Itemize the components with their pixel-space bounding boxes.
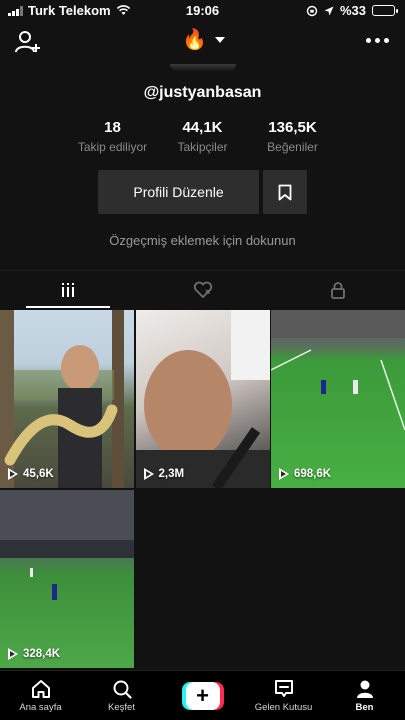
tab-videos[interactable]	[0, 271, 135, 308]
inbox-icon	[274, 680, 293, 697]
battery-icon	[372, 5, 398, 16]
following-stat[interactable]: 18 Takip ediliyor	[70, 119, 155, 154]
create-plus-icon: +	[181, 681, 224, 710]
nav-profile-label: Ben	[355, 702, 374, 713]
view-count: 698,6K	[279, 468, 331, 480]
video-grid: 45,6K 2,3M 698,6K 328,4K	[0, 310, 405, 668]
following-count: 18	[104, 119, 121, 136]
nav-discover-label: Keşfet	[108, 702, 135, 713]
video-thumbnail[interactable]: 698,6K	[271, 310, 405, 488]
profile-tabs	[0, 270, 405, 308]
nav-inbox-label: Gelen Kutusu	[254, 702, 313, 713]
nav-home-label: Ana sayfa	[19, 702, 62, 713]
videos-grid-icon	[60, 282, 75, 297]
lock-icon	[330, 281, 345, 299]
tab-private[interactable]	[270, 271, 405, 308]
video-thumbnail[interactable]: 328,4K	[0, 489, 134, 668]
likes-count: 136,5K	[268, 119, 317, 136]
nav-profile[interactable]: Ben	[325, 678, 405, 713]
video-thumbnail-image	[0, 310, 124, 488]
bookmark-icon	[278, 184, 292, 200]
view-count-text: 45,6K	[23, 468, 54, 480]
flame-icon: 🔥	[182, 29, 207, 51]
favorites-button[interactable]	[263, 170, 307, 214]
view-count: 45,6K	[8, 468, 54, 480]
play-icon	[143, 468, 154, 480]
search-icon	[113, 680, 132, 699]
view-count: 2,3M	[143, 468, 185, 480]
view-count-text: 2,3M	[158, 468, 185, 480]
profile-stats: 18 Takip ediliyor 44,1K Takipçiler 136,5…	[70, 119, 335, 154]
followers-label: Takipçiler	[177, 140, 228, 154]
username: @justyanbasan	[143, 84, 262, 101]
edit-profile-button[interactable]: Profili Düzenle	[98, 170, 259, 214]
followers-count: 44,1K	[182, 119, 223, 136]
bottom-nav: Ana sayfa Keşfet + Gelen Kutusu Ben	[0, 670, 405, 720]
add-friend-icon[interactable]	[14, 28, 42, 56]
nav-create[interactable]: +	[163, 681, 243, 710]
view-count: 328,4K	[8, 647, 61, 660]
tab-liked[interactable]	[135, 271, 270, 308]
video-thumbnail-image	[271, 310, 405, 431]
play-icon	[8, 468, 18, 480]
status-bar: Turk Telekom 19:06 %33	[0, 0, 405, 22]
more-options-icon[interactable]	[366, 38, 389, 43]
add-bio-prompt[interactable]: Özgeçmiş eklemek için dokunun	[0, 233, 405, 248]
home-icon	[31, 680, 50, 698]
battery-percent: %33	[339, 3, 366, 18]
nav-discover[interactable]: Keşfet	[82, 678, 162, 713]
nav-home[interactable]: Ana sayfa	[1, 678, 81, 713]
play-icon	[279, 468, 289, 480]
following-label: Takip ediliyor	[77, 140, 148, 154]
nav-inbox[interactable]: Gelen Kutusu	[244, 678, 324, 713]
view-count-text: 698,6K	[294, 468, 332, 480]
followers-stat[interactable]: 44,1K Takipçiler	[160, 119, 245, 154]
profile-top-bar: 🔥	[0, 26, 405, 58]
video-thumbnail-image	[135, 310, 270, 488]
chevron-down-icon	[214, 37, 225, 43]
liked-heart-icon	[193, 281, 212, 298]
video-thumbnail-image	[0, 489, 134, 600]
likes-stat[interactable]: 136,5K Beğeniler	[250, 119, 335, 154]
rotation-lock-icon	[306, 5, 318, 16]
profile-icon	[356, 680, 373, 698]
avatar[interactable]	[170, 64, 236, 72]
account-switcher[interactable]: 🔥	[182, 28, 225, 52]
status-right: %33	[306, 3, 398, 18]
video-thumbnail[interactable]: 45,6K	[0, 310, 134, 488]
view-count-text: 328,4K	[23, 647, 61, 660]
location-icon	[324, 6, 334, 15]
play-icon	[8, 647, 18, 660]
video-thumbnail[interactable]: 2,3M	[135, 310, 270, 488]
likes-label: Beğeniler	[267, 140, 318, 154]
